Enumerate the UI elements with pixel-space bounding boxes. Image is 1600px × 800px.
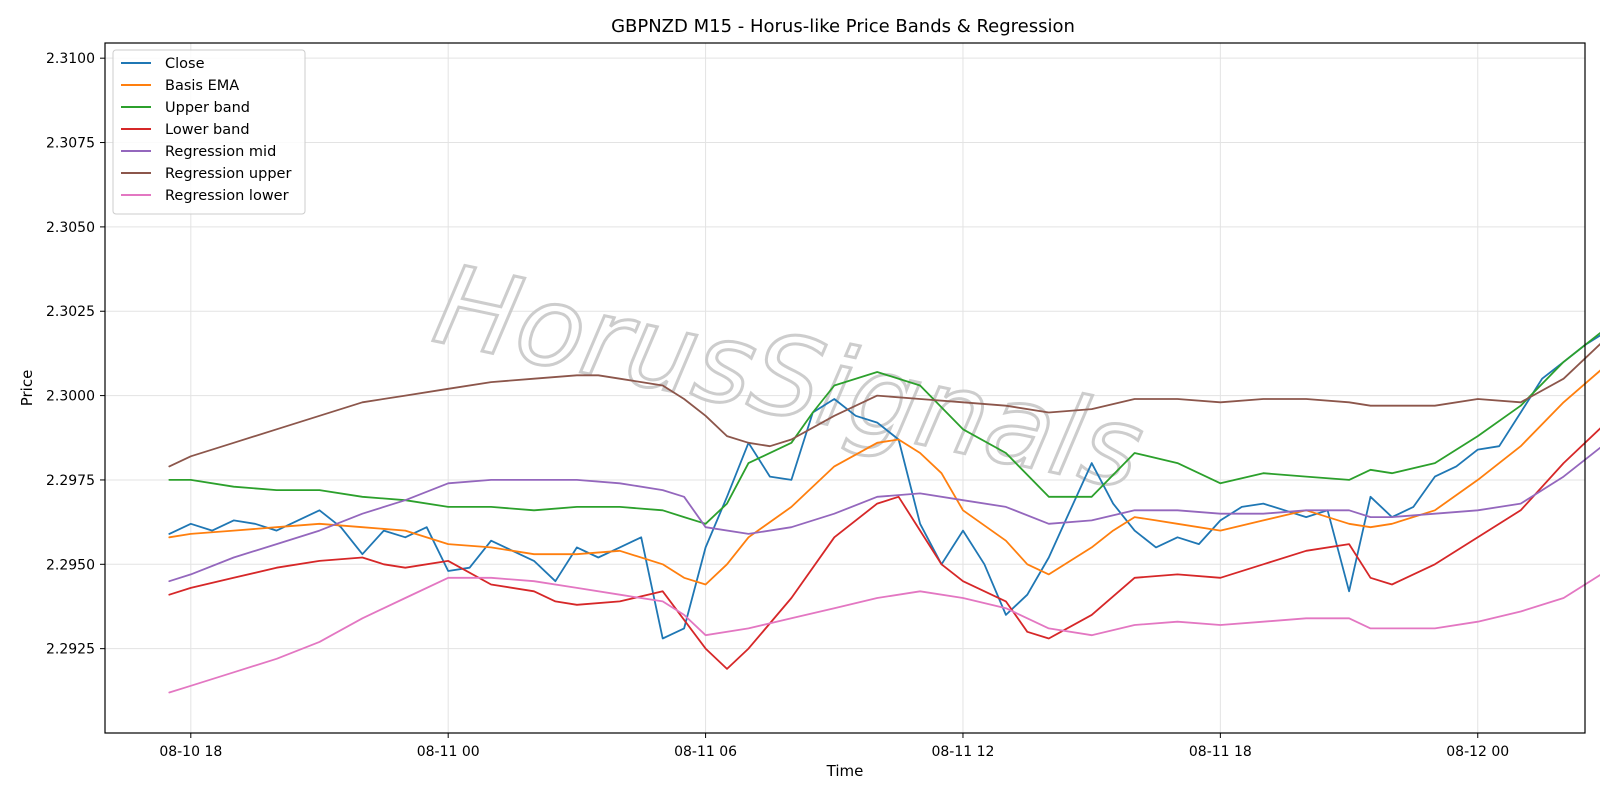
legend-entry-label: Close xyxy=(165,56,205,72)
legend-entry-label: Regression upper xyxy=(165,166,291,182)
legend-entry-label: Basis EMA xyxy=(165,78,239,94)
x-tick-label: 08-11 06 xyxy=(674,744,737,760)
x-tick-label: 08-10 18 xyxy=(159,744,222,760)
y-tick-label: 2.3000 xyxy=(46,389,95,405)
legend-entry-label: Upper band xyxy=(165,100,250,116)
chart-title: GBPNZD M15 - Horus-like Price Bands & Re… xyxy=(611,16,1075,37)
legend-entry-label: Regression lower xyxy=(165,188,289,204)
x-tick-label: 08-12 00 xyxy=(1446,744,1509,760)
legend: Close Basis EMA Upper band Lower band Regres… xyxy=(112,49,306,215)
y-tick-label: 2.2950 xyxy=(46,557,95,573)
legend-entry-label: Lower band xyxy=(165,122,250,138)
y-tick-label: 2.3100 xyxy=(46,51,95,67)
legend-entry-label: Regression mid xyxy=(165,144,276,160)
y-tick-label: 2.2925 xyxy=(46,642,95,658)
chart-figure: GBPNZD M15 - Horus-like Price Bands & Re… xyxy=(0,0,1600,800)
y-tick-label: 2.3025 xyxy=(46,304,95,320)
x-axis-label: Time xyxy=(826,762,864,780)
y-tick-label: 2.3050 xyxy=(46,220,95,236)
y-tick-label: 2.3075 xyxy=(46,136,95,152)
x-tick-label: 08-11 12 xyxy=(931,744,994,760)
y-axis-label: Price xyxy=(18,370,36,407)
x-tick-label: 08-11 00 xyxy=(417,744,480,760)
y-tick-label: 2.2975 xyxy=(46,473,95,489)
x-tick-label: 08-11 18 xyxy=(1189,744,1252,760)
